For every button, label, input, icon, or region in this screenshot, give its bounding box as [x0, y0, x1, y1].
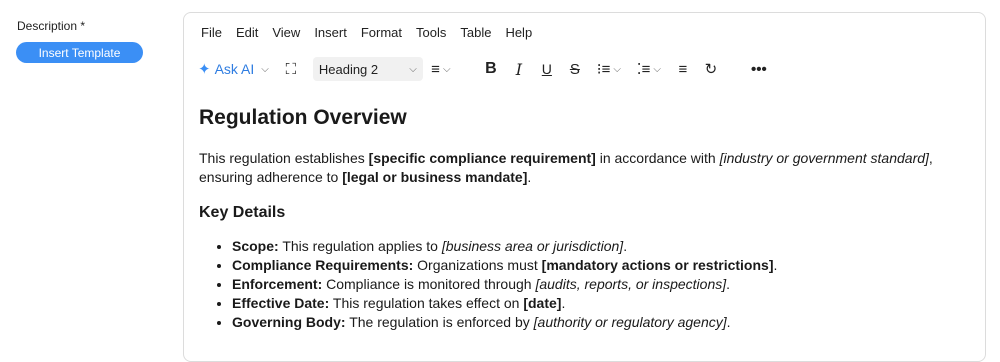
menu-format[interactable]: Format — [361, 25, 402, 40]
ask-ai-label: Ask AI — [214, 61, 255, 77]
editor-toolbar: ✦ Ask AI ⌵ ⛶ Heading 2 ⌵ ≡ ⌵ B I U S ⁝≡ ⌵ … — [198, 57, 773, 81]
menu-tools[interactable]: Tools — [416, 25, 446, 40]
ask-ai-button[interactable]: ✦ Ask AI ⌵ — [198, 60, 269, 78]
fullscreen-icon[interactable]: ⛶ — [277, 57, 305, 81]
underline-icon[interactable]: U — [533, 57, 561, 81]
rich-text-editor[interactable]: File Edit View Insert Format Tools Table… — [183, 12, 986, 362]
menu-insert[interactable]: Insert — [314, 25, 347, 40]
placeholder-bold: [legal or business mandate] — [342, 169, 528, 185]
list-item: Enforcement: Compliance is monitored thr… — [232, 275, 974, 294]
intro-text: . — [527, 169, 532, 185]
menu-help[interactable]: Help — [505, 25, 532, 40]
item-label: Governing Body: — [232, 314, 346, 330]
chevron-down-icon: ⌵ — [653, 63, 661, 75]
item-end: . — [726, 314, 731, 330]
item-label: Enforcement: — [232, 276, 323, 292]
more-icon[interactable]: ••• — [745, 57, 773, 81]
placeholder-italic: [industry or government standard] — [719, 150, 929, 166]
chevron-down-icon: ⌵ — [409, 63, 417, 75]
item-label: Compliance Requirements: — [232, 257, 414, 273]
intro-text: ensuring adherence to — [199, 169, 343, 185]
block-format-select[interactable]: Heading 2 ⌵ — [312, 57, 423, 81]
line-height-icon[interactable]: ≡ — [669, 57, 697, 81]
bullet-list-icon[interactable]: ⁚≡ ⌵ — [629, 57, 669, 81]
item-text: The regulation is enforced by — [345, 314, 534, 330]
strikethrough-icon[interactable]: S — [561, 57, 589, 81]
insert-template-button[interactable]: Insert Template — [16, 42, 143, 63]
menu-view[interactable]: View — [272, 25, 300, 40]
intro-text: , — [928, 150, 933, 166]
intro-paragraph: This regulation establishes [specific co… — [199, 149, 974, 187]
chevron-down-icon: ⌵ — [261, 63, 269, 75]
menu-file[interactable]: File — [201, 25, 222, 40]
item-label: Effective Date: — [232, 295, 330, 311]
menu-edit[interactable]: Edit — [236, 25, 258, 40]
list-item: Scope: This regulation applies to [busin… — [232, 237, 974, 256]
document-title: Regulation Overview — [199, 106, 407, 129]
item-end: . — [561, 295, 566, 311]
item-text: This regulation applies to — [278, 238, 442, 254]
align-left-icon[interactable]: ≡ ⌵ — [423, 57, 459, 81]
placeholder-bold: [specific compliance requirement] — [368, 150, 596, 166]
item-label: Scope: — [232, 238, 279, 254]
list-item: Effective Date: This regulation takes ef… — [232, 294, 974, 313]
intro-text: in accordance with — [595, 150, 720, 166]
refresh-icon[interactable]: ↻ — [697, 57, 725, 81]
placeholder-italic: [authority or regulatory agency] — [533, 314, 727, 330]
placeholder-italic: [audits, reports, or inspections] — [535, 276, 727, 292]
bold-icon[interactable]: B — [477, 57, 505, 81]
sparkle-icon: ✦ — [198, 61, 211, 78]
chevron-down-icon: ⌵ — [442, 63, 451, 75]
key-details-heading: Key Details — [199, 204, 286, 221]
item-text: This regulation takes effect on — [329, 295, 524, 311]
key-details-list: Scope: This regulation applies to [busin… — [199, 237, 974, 332]
block-format-value: Heading 2 — [318, 61, 379, 77]
item-end: . — [773, 257, 778, 273]
editor-content[interactable]: Regulation Overview This regulation esta… — [199, 105, 974, 332]
numbered-list-icon[interactable]: ⁝≡ ⌵ — [589, 57, 629, 81]
italic-icon[interactable]: I — [505, 57, 533, 81]
placeholder-bold: [mandatory actions or restrictions] — [541, 257, 774, 273]
item-text: Organizations must — [413, 257, 542, 273]
editor-menubar: File Edit View Insert Format Tools Table… — [201, 25, 546, 40]
item-end: . — [726, 276, 731, 292]
menu-table[interactable]: Table — [460, 25, 491, 40]
intro-text: This regulation establishes — [199, 150, 369, 166]
item-end: . — [623, 238, 628, 254]
list-item: Governing Body: The regulation is enforc… — [232, 313, 974, 332]
description-label: Description * — [17, 19, 86, 33]
list-item: Compliance Requirements: Organizations m… — [232, 256, 974, 275]
chevron-down-icon: ⌵ — [613, 63, 621, 75]
placeholder-italic: [business area or jurisdiction] — [441, 238, 624, 254]
placeholder-bold: [date] — [523, 295, 562, 311]
item-text: Compliance is monitored through — [322, 276, 536, 292]
